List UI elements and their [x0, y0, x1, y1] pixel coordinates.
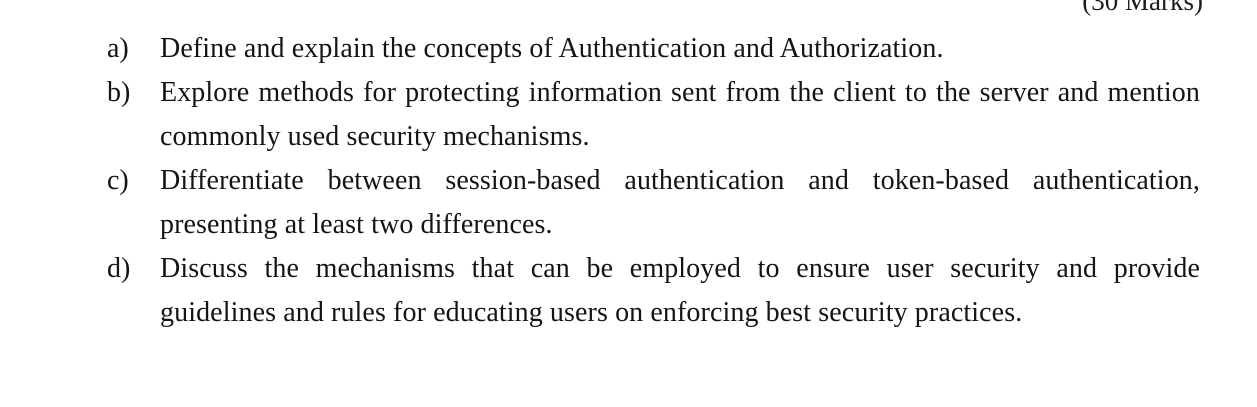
question-d: d) Discuss the mechanisms that can be em…	[0, 247, 1257, 335]
question-label: b)	[107, 77, 131, 108]
question-text: Differentiate between session-based auth…	[160, 165, 1200, 240]
marks-label: (30 Marks)	[1082, 0, 1203, 16]
question-a: a) Define and explain the concepts of Au…	[0, 27, 1257, 71]
question-text: Discuss the mechanisms that can be emplo…	[160, 253, 1200, 328]
question-text: Explore methods for protecting informati…	[160, 77, 1200, 152]
question-label: c)	[107, 165, 129, 196]
question-label: a)	[107, 33, 129, 64]
question-b: b) Explore methods for protecting inform…	[0, 71, 1257, 159]
question-c: c) Differentiate between session-based a…	[0, 159, 1257, 247]
question-list: a) Define and explain the concepts of Au…	[0, 27, 1257, 335]
question-text: Define and explain the concepts of Authe…	[160, 33, 944, 64]
question-label: d)	[107, 253, 131, 284]
